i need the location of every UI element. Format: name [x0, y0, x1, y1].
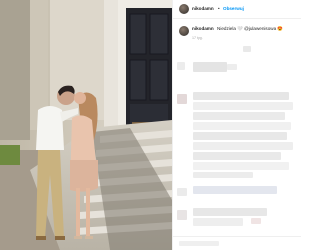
separator-dot: • [218, 6, 220, 11]
post-header: nikodamn • Obserwuj [173, 0, 301, 19]
username-link[interactable]: nikodamn [192, 6, 214, 11]
caption-username[interactable]: nikodamn [192, 26, 214, 31]
caption-text: Niedziela 🤍 @julawenisowa 😍 [217, 26, 284, 31]
post-time: 17 tyg. [192, 36, 203, 40]
avatar[interactable] [179, 4, 189, 14]
follow-button[interactable]: Obserwuj [223, 6, 244, 11]
post-side-panel: nikodamn • Obserwuj nikodamn Niedziela 🤍… [172, 0, 301, 250]
post-actions-bar [173, 236, 301, 250]
couple-kissing-photo [0, 0, 172, 250]
post-photo [0, 0, 172, 250]
instagram-post: nikodamn • Obserwuj nikodamn Niedziela 🤍… [0, 0, 301, 250]
caption-avatar[interactable] [179, 26, 189, 36]
